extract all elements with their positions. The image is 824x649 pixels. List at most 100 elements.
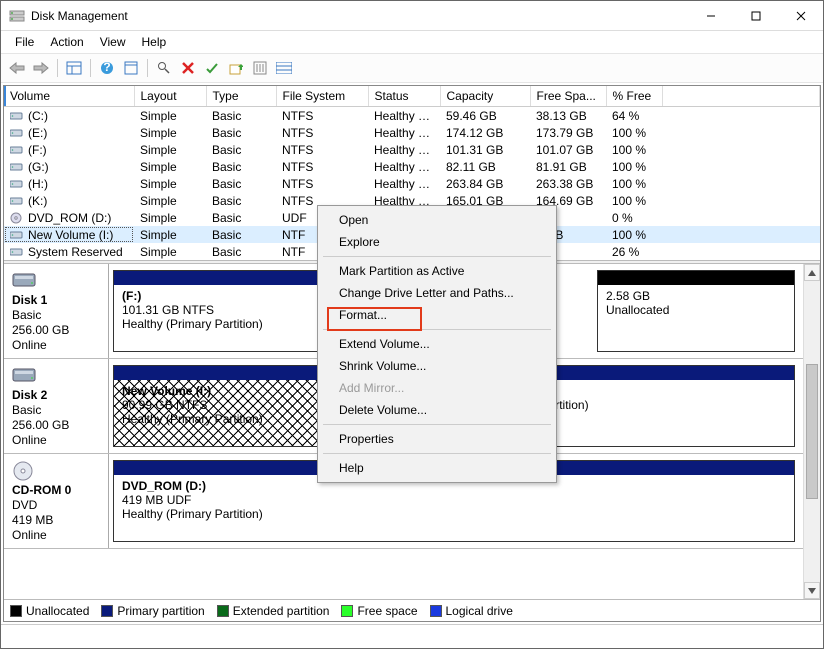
volume-name: (G:) (28, 160, 49, 174)
minimize-button[interactable] (688, 1, 733, 30)
volume-fs: NTFS (276, 107, 368, 125)
menu-item-explore[interactable]: Explore (321, 231, 553, 253)
volume-fs: NTFS (276, 124, 368, 141)
find-button[interactable] (154, 58, 174, 78)
menu-item-shrink-volume[interactable]: Shrink Volume... (321, 355, 553, 377)
column-header-row[interactable]: VolumeLayoutTypeFile SystemStatusCapacit… (4, 86, 820, 107)
forward-button[interactable] (31, 58, 51, 78)
column-header[interactable]: Type (206, 86, 276, 107)
close-button[interactable] (778, 1, 823, 30)
volume-name: (E:) (28, 126, 47, 140)
menu-item-open[interactable]: Open (321, 209, 553, 231)
menu-view[interactable]: View (92, 33, 134, 51)
disk-header[interactable]: Disk 1Basic256.00 GBOnline (4, 264, 109, 358)
column-header[interactable]: % Free (606, 86, 662, 107)
volume-status: Healthy (P... (368, 158, 440, 175)
maximize-button[interactable] (733, 1, 778, 30)
column-header[interactable]: Capacity (440, 86, 530, 107)
disk-header[interactable]: CD-ROM 0DVD419 MBOnline (4, 454, 109, 548)
volume-capacity: 82.11 GB (440, 158, 530, 175)
menu-item-format[interactable]: Format... (321, 304, 553, 326)
app-icon (9, 8, 25, 24)
menu-item-delete-volume[interactable]: Delete Volume... (321, 399, 553, 421)
menubar: FileActionViewHelp (1, 31, 823, 53)
volume-row[interactable]: (E:) SimpleBasicNTFSHealthy (P...174.12 G… (4, 124, 820, 141)
legend-label: Primary partition (117, 604, 204, 618)
legend-swatch (101, 605, 113, 617)
views-button[interactable] (64, 58, 84, 78)
volume-pct: 26 % (606, 243, 662, 260)
menu-item-mark-partition-as-active[interactable]: Mark Partition as Active (321, 260, 553, 282)
volume-capacity: 263.84 GB (440, 175, 530, 192)
statusbar (1, 624, 823, 644)
disk-name: CD-ROM 0 (12, 483, 100, 497)
menu-action[interactable]: Action (42, 33, 91, 51)
volume-name: (H:) (28, 177, 48, 191)
volume-free: 81.91 GB (530, 158, 606, 175)
volume-row[interactable]: (H:)SimpleBasicNTFSHealthy (L...263.84 G… (4, 175, 820, 192)
volume-capacity: 174.12 GB (440, 124, 530, 141)
menu-file[interactable]: File (7, 33, 42, 51)
volume-layout: Simple (134, 124, 206, 141)
up-button[interactable] (226, 58, 246, 78)
column-header[interactable]: File System (276, 86, 368, 107)
volume-name: New Volume (I:) (28, 228, 113, 242)
scroll-up-button[interactable] (804, 264, 820, 281)
volume-pct: 100 % (606, 124, 662, 141)
back-button[interactable] (7, 58, 27, 78)
settings-button[interactable] (250, 58, 270, 78)
partition-size: 419 MB UDF (122, 493, 786, 507)
volume-free: 38.13 GB (530, 107, 606, 125)
column-header[interactable]: Free Spa... (530, 86, 606, 107)
menu-item-change-drive-letter-and-paths[interactable]: Change Drive Letter and Paths... (321, 282, 553, 304)
menu-item-help[interactable]: Help (321, 457, 553, 479)
volume-status: Healthy (B... (368, 107, 440, 125)
menu-help[interactable]: Help (134, 33, 175, 51)
menu-item-extend-volume[interactable]: Extend Volume... (321, 333, 553, 355)
volume-layout: Simple (134, 107, 206, 125)
partition-status: Unallocated (606, 303, 786, 317)
check-icon[interactable] (202, 58, 222, 78)
menu-item-properties[interactable]: Properties (321, 428, 553, 450)
volume-status: Healthy (L... (368, 175, 440, 192)
column-header[interactable]: Volume (4, 86, 134, 107)
volume-layout: Simple (134, 141, 206, 158)
volume-free: 263.38 GB (530, 175, 606, 192)
volume-type: Basic (206, 124, 276, 141)
volume-name: (F:) (28, 143, 47, 157)
list-view-button[interactable] (274, 58, 294, 78)
legend-label: Logical drive (446, 604, 513, 618)
column-header[interactable]: Layout (134, 86, 206, 107)
legend-swatch (341, 605, 353, 617)
legend-label: Unallocated (26, 604, 89, 618)
disk-size: 419 MB (12, 513, 100, 527)
hdd-icon (12, 270, 32, 290)
column-header[interactable]: Status (368, 86, 440, 107)
volume-status: Healthy (P... (368, 124, 440, 141)
properties-button[interactable] (121, 58, 141, 78)
legend-swatch (430, 605, 442, 617)
disk-header[interactable]: Disk 2Basic256.00 GBOnline (4, 359, 109, 453)
volume-status: Healthy (P... (368, 141, 440, 158)
scroll-thumb[interactable] (806, 364, 818, 499)
volume-type: Basic (206, 107, 276, 125)
volume-layout: Simple (134, 175, 206, 192)
volume-type: Basic (206, 158, 276, 175)
help-button[interactable]: ? (97, 58, 117, 78)
scroll-down-button[interactable] (804, 582, 820, 599)
volume-layout: Simple (134, 192, 206, 209)
disk-name: Disk 2 (12, 388, 100, 402)
disk-management-window: Disk Management FileActionViewHelp ? Vol… (0, 0, 824, 649)
volume-row[interactable]: (C:)SimpleBasicNTFSHealthy (B...59.46 GB… (4, 107, 820, 125)
volume-pct: 100 % (606, 226, 662, 243)
legend-label: Extended partition (233, 604, 330, 618)
vertical-scrollbar[interactable] (803, 264, 820, 599)
titlebar: Disk Management (1, 1, 823, 31)
hdd-icon (12, 365, 32, 385)
volume-row[interactable]: (G:)SimpleBasicNTFSHealthy (P...82.11 GB… (4, 158, 820, 175)
partition[interactable]: 2.58 GBUnallocated (597, 270, 795, 352)
window-title: Disk Management (31, 9, 688, 23)
disk-type: Basic (12, 308, 100, 322)
volume-row[interactable]: (F:)SimpleBasicNTFSHealthy (P...101.31 G… (4, 141, 820, 158)
delete-icon[interactable] (178, 58, 198, 78)
